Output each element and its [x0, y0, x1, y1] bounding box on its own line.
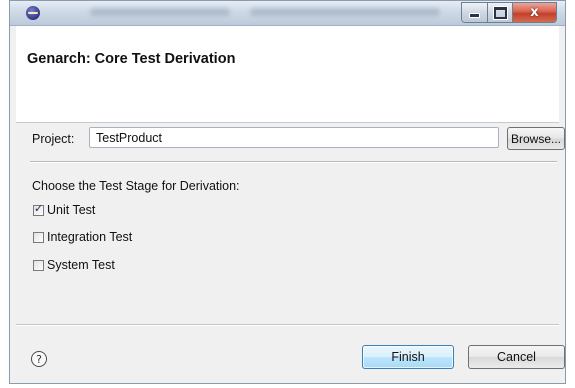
test-stage-heading: Choose the Test Stage for Derivation: [32, 179, 240, 193]
project-field[interactable] [89, 127, 499, 148]
eclipse-app-icon [26, 6, 40, 20]
cancel-button[interactable]: Cancel [468, 345, 565, 369]
minimize-icon [469, 13, 480, 18]
section-divider [30, 161, 557, 163]
finish-button[interactable]: Finish [362, 345, 454, 369]
dialog-body: Project: Browse... Choose the Test Stage… [16, 123, 565, 383]
help-icon[interactable]: ? [31, 351, 47, 367]
checkmark-icon: ✓ [34, 201, 44, 215]
integration-test-checkbox[interactable] [33, 231, 44, 243]
project-label: Project: [32, 132, 75, 146]
integration-test-option[interactable]: Integration Test [33, 230, 132, 244]
caption-buttons: x [461, 2, 557, 23]
minimize-button[interactable] [462, 3, 488, 22]
unit-test-label: Unit Test [47, 203, 96, 217]
blurred-title-text [250, 8, 440, 16]
unit-test-checkbox[interactable]: ✓ [33, 201, 44, 216]
unit-test-option[interactable]: ✓ Unit Test [33, 201, 96, 217]
close-button[interactable]: x [513, 3, 556, 22]
maximize-icon [493, 6, 507, 19]
button-bar-divider [16, 324, 559, 326]
dialog-title: Genarch: Core Test Derivation [27, 51, 236, 67]
system-test-label: System Test [47, 258, 115, 272]
dialog-window: x Genarch: Core Test Derivation Project:… [9, 0, 566, 384]
system-test-option[interactable]: System Test [33, 258, 115, 272]
title-bar[interactable]: x [10, 1, 565, 26]
maximize-button[interactable] [488, 3, 513, 22]
integration-test-label: Integration Test [47, 230, 133, 244]
blurred-title-text [90, 8, 230, 16]
dialog-banner: Genarch: Core Test Derivation [16, 26, 559, 123]
browse-button[interactable]: Browse... [507, 127, 565, 150]
close-icon: x [530, 5, 539, 20]
system-test-checkbox[interactable] [33, 259, 44, 271]
